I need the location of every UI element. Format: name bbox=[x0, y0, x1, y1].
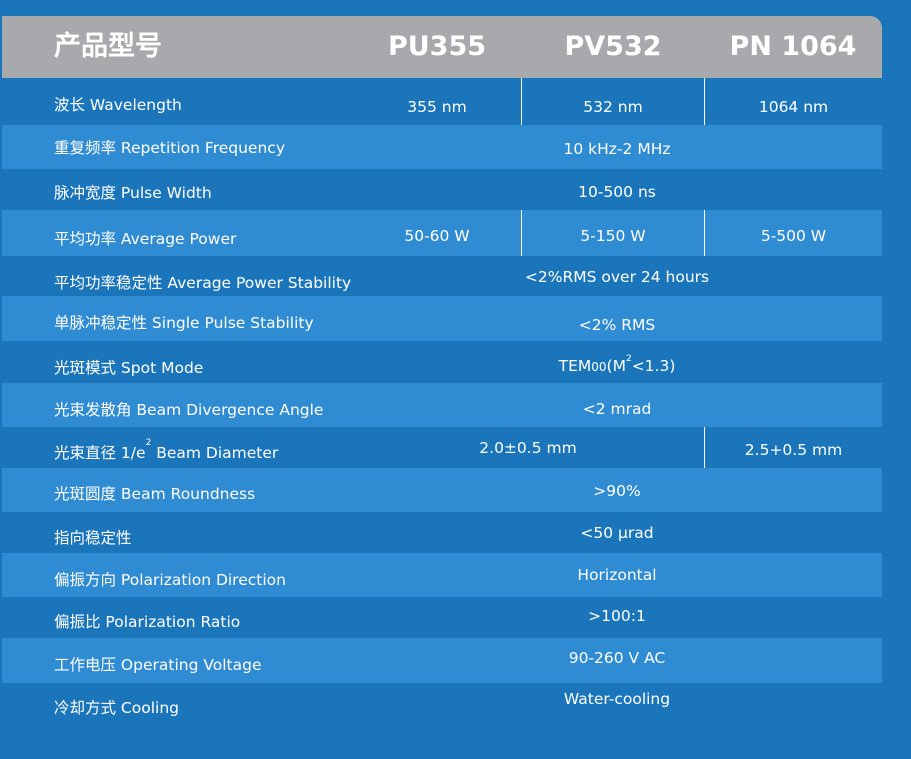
row-single-pulse-stability: 单脉冲稳定性 Single Pulse Stability <2% RMS bbox=[2, 296, 882, 341]
value-pv532: 5-150 W bbox=[580, 227, 646, 245]
spot-mode-mid: (M bbox=[606, 357, 626, 375]
row-label: 偏振方向 Polarization Direction bbox=[54, 571, 286, 589]
row-polarization-direction: 偏振方向 Polarization Direction Horizontal bbox=[2, 553, 882, 597]
row-cooling: 冷却方式 Cooling Water-cooling bbox=[2, 683, 882, 727]
row-average-power-stability: 平均功率稳定性 Average Power Stability <2%RMS o… bbox=[2, 256, 882, 296]
spec-table: 产品型号 PU355 PV532 PN 1064 波长 Wavelength 3… bbox=[2, 16, 882, 727]
value-pv532: 532 nm bbox=[583, 98, 643, 116]
row-label: 波长 Wavelength bbox=[54, 96, 182, 114]
row-label: 光斑模式 Spot Mode bbox=[54, 359, 204, 377]
value-all: 10-500 ns bbox=[578, 183, 656, 201]
value-all: <2% RMS bbox=[578, 316, 656, 334]
value-all: 10 kHz-2 MHz bbox=[563, 140, 671, 158]
row-label: 重复频率 Repetition Frequency bbox=[54, 139, 285, 157]
row-label: 单脉冲稳定性 Single Pulse Stability bbox=[54, 314, 314, 332]
row-average-power: 平均功率 Average Power 50-60 W 5-150 W 5-500… bbox=[2, 210, 882, 256]
value-all: <50 μrad bbox=[580, 524, 654, 542]
value-all: 90-260 V AC bbox=[568, 649, 666, 667]
value-pu355: 50-60 W bbox=[404, 227, 470, 245]
value-all: <2 mrad bbox=[582, 400, 652, 418]
value-pn1064: 1064 nm bbox=[758, 98, 829, 116]
row-label: 偏振比 Polarization Ratio bbox=[54, 613, 241, 631]
label-suffix: Beam Diameter bbox=[151, 444, 279, 462]
value-all: >90% bbox=[593, 482, 641, 500]
header-model-pn1064: PN 1064 bbox=[729, 31, 857, 62]
spot-mode-prefix: TEM bbox=[558, 357, 592, 375]
row-polarization-ratio: 偏振比 Polarization Ratio >100:1 bbox=[2, 597, 882, 638]
row-pulse-width: 脉冲宽度 Pulse Width 10-500 ns bbox=[2, 169, 882, 210]
label-superscript: 2 bbox=[145, 438, 152, 448]
spot-mode-subscript: 00 bbox=[591, 360, 607, 374]
table-header: 产品型号 PU355 PV532 PN 1064 bbox=[2, 16, 882, 78]
row-repetition-frequency: 重复频率 Repetition Frequency 10 kHz-2 MHz bbox=[2, 125, 882, 169]
header-model-pu355: PU355 bbox=[387, 31, 487, 62]
label-prefix: 光束直径 1/e bbox=[54, 444, 146, 462]
value-all: >100:1 bbox=[588, 607, 646, 625]
value-pu355-pv532: 2.0±0.5 mm bbox=[479, 439, 577, 457]
row-beam-diameter: 光束直径 1/e2 Beam Diameter 2.0±0.5 mm 2.5+0… bbox=[2, 427, 882, 468]
row-label: 平均功率 Average Power bbox=[54, 230, 237, 248]
row-label: 工作电压 Operating Voltage bbox=[54, 656, 262, 674]
header-model-pv532: PV532 bbox=[564, 31, 662, 62]
value-all: Water-cooling bbox=[563, 690, 671, 708]
row-label: 光束直径 1/e2 Beam Diameter bbox=[54, 438, 279, 463]
row-beam-divergence: 光束发散角 Beam Divergence Angle <2 mrad bbox=[2, 383, 882, 427]
value-all: TEM00(M2<1.3) bbox=[352, 354, 882, 375]
value-pn1064: 2.5+0.5 mm bbox=[744, 441, 843, 459]
row-label: 冷却方式 Cooling bbox=[54, 699, 179, 717]
row-beam-roundness: 光斑圆度 Beam Roundness >90% bbox=[2, 468, 882, 512]
row-label: 脉冲宽度 Pulse Width bbox=[54, 184, 212, 202]
header-label: 产品型号 bbox=[54, 31, 162, 62]
spot-mode-suffix: <1.3) bbox=[631, 357, 676, 375]
value-pu355: 355 nm bbox=[407, 98, 467, 116]
row-label: 指向稳定性 bbox=[54, 529, 132, 547]
spot-mode-superscript: 2 bbox=[625, 354, 632, 364]
row-operating-voltage: 工作电压 Operating Voltage 90-260 V AC bbox=[2, 638, 882, 683]
row-spot-mode: 光斑模式 Spot Mode TEM00(M2<1.3) bbox=[2, 341, 882, 383]
value-pn1064: 5-500 W bbox=[760, 227, 827, 245]
value-all: <2%RMS over 24 hours bbox=[524, 268, 710, 286]
value-all: Horizontal bbox=[577, 566, 657, 584]
row-pointing-stability: 指向稳定性 <50 μrad bbox=[2, 512, 882, 553]
row-label: 平均功率稳定性 Average Power Stability bbox=[54, 274, 352, 292]
row-label: 光束发散角 Beam Divergence Angle bbox=[54, 401, 324, 419]
row-wavelength: 波长 Wavelength 355 nm 532 nm 1064 nm bbox=[2, 78, 882, 125]
row-label: 光斑圆度 Beam Roundness bbox=[54, 485, 256, 503]
